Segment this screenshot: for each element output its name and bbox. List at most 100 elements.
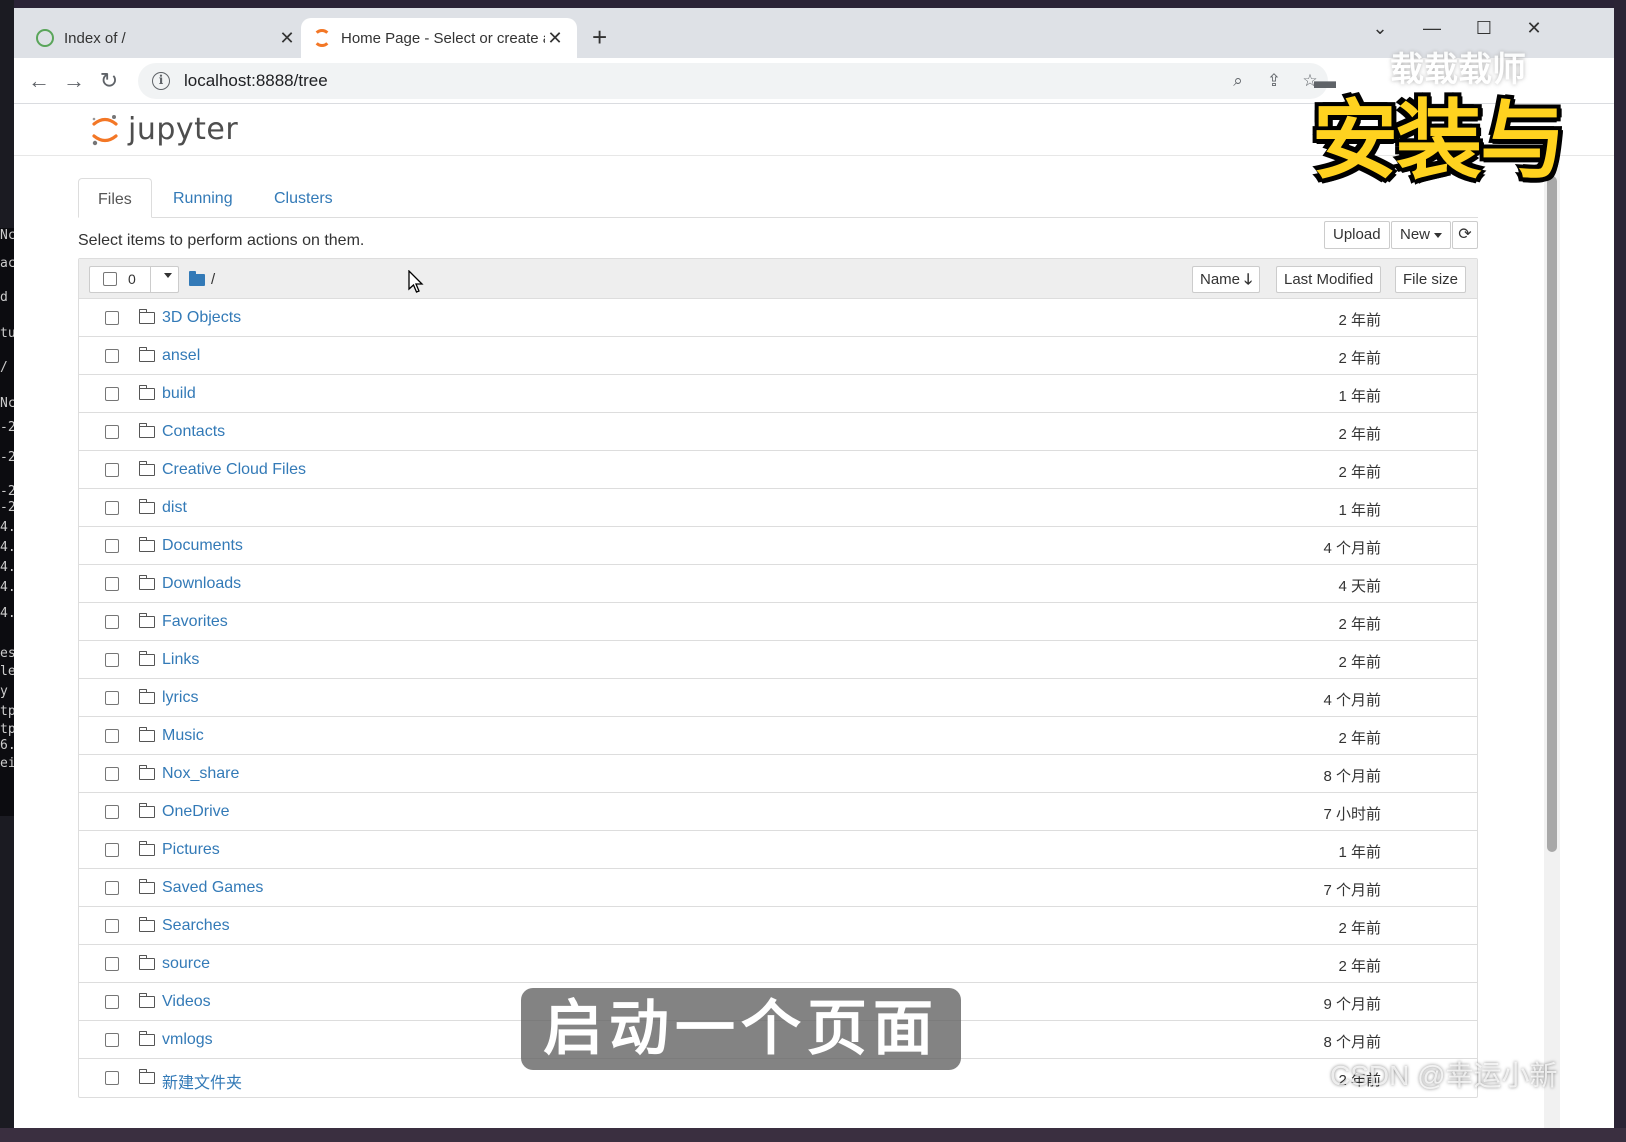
item-modified: 4 个月前 xyxy=(1323,692,1381,709)
tab-files[interactable]: Files xyxy=(78,178,152,218)
row-checkbox[interactable] xyxy=(105,843,119,857)
back-arrow-icon[interactable]: ← xyxy=(24,66,54,96)
row-checkbox[interactable] xyxy=(105,349,119,363)
item-name-link[interactable]: Searches xyxy=(162,917,230,935)
breadcrumb-root[interactable]: / xyxy=(211,271,215,288)
row-checkbox[interactable] xyxy=(105,463,119,477)
table-row[interactable]: Saved Games 7 个月前 xyxy=(79,869,1477,907)
select-all-checkbox[interactable] xyxy=(103,272,117,286)
tab-clusters[interactable]: Clusters xyxy=(255,178,352,218)
table-row[interactable]: source 2 年前 xyxy=(79,945,1477,983)
row-checkbox[interactable] xyxy=(105,387,119,401)
table-row[interactable]: Searches 2 年前 xyxy=(79,907,1477,945)
table-row[interactable]: Links 2 年前 xyxy=(79,641,1477,679)
item-name-link[interactable]: Creative Cloud Files xyxy=(162,461,306,479)
table-row[interactable]: Downloads 4 天前 xyxy=(79,565,1477,603)
selection-hint: Select items to perform actions on them. xyxy=(78,232,365,249)
table-row[interactable]: Contacts 2 年前 xyxy=(79,413,1477,451)
row-checkbox[interactable] xyxy=(105,729,119,743)
info-icon[interactable]: i xyxy=(152,72,170,90)
sort-name-button[interactable]: Name 🡓 xyxy=(1192,266,1260,293)
browser-tab-home[interactable]: Home Page - Select or create a ✕ xyxy=(301,18,577,58)
table-row[interactable]: OneDrive 7 小时前 xyxy=(79,793,1477,831)
sort-modified-button[interactable]: Last Modified xyxy=(1276,266,1382,293)
row-checkbox[interactable] xyxy=(105,501,119,515)
window-close-icon[interactable]: ✕ xyxy=(1514,18,1554,39)
row-checkbox[interactable] xyxy=(105,615,119,629)
row-checkbox[interactable] xyxy=(105,995,119,1009)
row-checkbox[interactable] xyxy=(105,919,119,933)
share-icon[interactable]: ⇪ xyxy=(1256,71,1292,91)
row-checkbox[interactable] xyxy=(105,425,119,439)
terminal-text: 6. xyxy=(0,738,14,753)
folder-icon xyxy=(138,309,155,324)
item-name-link[interactable]: Saved Games xyxy=(162,879,263,897)
table-row[interactable]: Music 2 年前 xyxy=(79,717,1477,755)
browser-tab-index[interactable]: Index of / ✕ xyxy=(24,18,309,58)
forward-arrow-icon[interactable]: → xyxy=(59,66,89,96)
terminal-text: 4. xyxy=(0,580,14,595)
row-checkbox[interactable] xyxy=(105,311,119,325)
upload-button[interactable]: Upload xyxy=(1324,221,1390,249)
table-row[interactable]: Favorites 2 年前 xyxy=(79,603,1477,641)
item-name-link[interactable]: Links xyxy=(162,651,199,669)
sort-size-button[interactable]: File size xyxy=(1395,266,1467,293)
scrollbar-thumb[interactable] xyxy=(1547,176,1557,852)
page-scrollbar[interactable] xyxy=(1544,156,1560,1128)
item-name-link[interactable]: Contacts xyxy=(162,423,225,441)
item-name-link[interactable]: source xyxy=(162,955,210,973)
item-name-link[interactable]: vmlogs xyxy=(162,1031,213,1049)
row-checkbox[interactable] xyxy=(105,881,119,895)
item-name-link[interactable]: Downloads xyxy=(162,575,241,593)
item-name-link[interactable]: ansel xyxy=(162,347,200,365)
new-tab-icon[interactable]: + xyxy=(592,22,607,52)
row-checkbox[interactable] xyxy=(105,957,119,971)
row-checkbox[interactable] xyxy=(105,539,119,553)
row-checkbox[interactable] xyxy=(105,767,119,781)
row-checkbox[interactable] xyxy=(105,577,119,591)
item-name-link[interactable]: lyrics xyxy=(162,689,198,707)
item-name-link[interactable]: Music xyxy=(162,727,204,745)
row-checkbox[interactable] xyxy=(105,1033,119,1047)
select-dropdown-icon[interactable] xyxy=(164,273,172,278)
row-checkbox[interactable] xyxy=(105,691,119,705)
item-name-link[interactable]: Nox_share xyxy=(162,765,239,783)
item-name-link[interactable]: Favorites xyxy=(162,613,228,631)
close-icon[interactable]: ✕ xyxy=(545,28,565,49)
zoom-icon[interactable]: ⌕ xyxy=(1220,71,1256,91)
item-name-link[interactable]: Documents xyxy=(162,537,243,555)
jupyter-logo[interactable]: jupyter xyxy=(90,112,238,147)
row-checkbox[interactable] xyxy=(105,805,119,819)
new-button[interactable]: New xyxy=(1391,221,1452,249)
table-row[interactable]: lyrics 4 个月前 xyxy=(79,679,1477,717)
breadcrumb[interactable]: / xyxy=(189,270,215,288)
item-name-link[interactable]: build xyxy=(162,385,196,403)
minimize-icon[interactable]: — xyxy=(1412,18,1452,39)
row-checkbox[interactable] xyxy=(105,653,119,667)
maximize-icon[interactable]: ☐ xyxy=(1464,18,1504,39)
item-name-link[interactable]: Videos xyxy=(162,993,211,1011)
address-bar[interactable]: i localhost:8888/tree ⌕ ⇪ ☆ xyxy=(138,63,1328,99)
watermark: CSDN @幸运小新 xyxy=(1330,1060,1558,1091)
table-row[interactable]: Pictures 1 年前 xyxy=(79,831,1477,869)
table-row[interactable]: Nox_share 8 个月前 xyxy=(79,755,1477,793)
reload-icon[interactable]: ↻ xyxy=(94,66,124,96)
table-row[interactable]: Documents 4 个月前 xyxy=(79,527,1477,565)
table-row[interactable]: build 1 年前 xyxy=(79,375,1477,413)
table-row[interactable]: ansel 2 年前 xyxy=(79,337,1477,375)
tab-search-icon[interactable]: ⌄ xyxy=(1360,18,1400,39)
row-checkbox[interactable] xyxy=(105,1071,119,1085)
table-row[interactable]: Creative Cloud Files 2 年前 xyxy=(79,451,1477,489)
item-name-link[interactable]: Pictures xyxy=(162,841,220,859)
item-name-link[interactable]: OneDrive xyxy=(162,803,230,821)
item-modified: 2 年前 xyxy=(1338,426,1381,443)
table-row[interactable]: dist 1 年前 xyxy=(79,489,1477,527)
item-name-link[interactable]: dist xyxy=(162,499,187,517)
item-name-link[interactable]: 新建文件夹 xyxy=(162,1069,242,1093)
tab-running[interactable]: Running xyxy=(154,178,252,218)
item-name-link[interactable]: 3D Objects xyxy=(162,309,241,327)
close-icon[interactable]: ✕ xyxy=(277,28,297,49)
refresh-button[interactable]: ⟳ xyxy=(1452,221,1478,249)
table-row[interactable]: 3D Objects 2 年前 xyxy=(79,299,1477,337)
item-modified: 4 个月前 xyxy=(1323,540,1381,557)
